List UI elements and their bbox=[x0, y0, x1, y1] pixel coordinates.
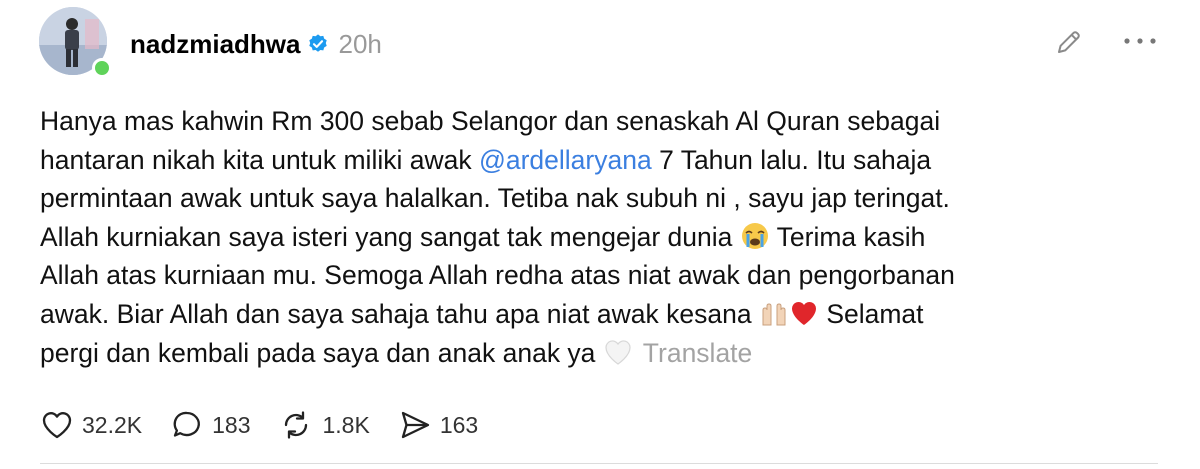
divider bbox=[40, 463, 1158, 464]
post-text-fragment: awak. Biar Allah dan saya sahaja tahu ap… bbox=[40, 298, 752, 329]
post-text-line: Allah atas kurniaan mu. Semoga Allah red… bbox=[40, 260, 955, 291]
red-heart-icon bbox=[789, 298, 819, 328]
repost-button[interactable]: 1.8K bbox=[278, 408, 370, 442]
send-icon bbox=[401, 411, 429, 439]
post-text-line: pergi dan kembali pada saya dan anak ana… bbox=[40, 334, 1180, 373]
thread-post: nadzmiadhwa 20h Hanya mas kahwin Rm 300 … bbox=[0, 0, 1200, 469]
username[interactable]: nadzmiadhwa bbox=[130, 29, 300, 60]
mention-link[interactable]: @ardellaryana bbox=[479, 145, 652, 175]
palms-up-together-icon bbox=[759, 298, 789, 328]
share-button[interactable]: 163 bbox=[398, 408, 478, 442]
post-text-fragment: Terima kasih bbox=[776, 221, 926, 252]
translate-link[interactable]: Translate bbox=[643, 338, 752, 368]
loudly-crying-face-icon bbox=[740, 221, 770, 251]
post-body: Hanya mas kahwin Rm 300 sebab Selangor d… bbox=[40, 102, 1180, 372]
post-text-fragment: Allah kurniakan saya isteri yang sangat … bbox=[40, 221, 733, 252]
edit-pencil-icon[interactable] bbox=[1054, 27, 1084, 57]
post-actions: 32.2K 183 1.8K 163 bbox=[40, 405, 506, 445]
heart-icon bbox=[42, 412, 72, 439]
post-text-fragment: 7 Tahun lalu. Itu sahaja bbox=[651, 144, 932, 175]
speech-bubble-icon bbox=[173, 411, 201, 437]
repost-count: 1.8K bbox=[322, 411, 370, 438]
like-button[interactable]: 32.2K bbox=[40, 408, 142, 442]
post-timestamp: 20h bbox=[338, 28, 382, 59]
post-text-line: permintaan awak untuk saya halalkan. Tet… bbox=[40, 183, 950, 214]
post-text-line: awak. Biar Allah dan saya sahaja tahu ap… bbox=[40, 295, 1180, 334]
post-text-line: hantaran nikah kita untuk miliki awak @a… bbox=[40, 141, 1180, 180]
post-text-line: Allah kurniakan saya isteri yang sangat … bbox=[40, 218, 1180, 257]
reply-count: 183 bbox=[212, 411, 251, 438]
white-heart-icon bbox=[603, 337, 633, 367]
like-count: 32.2K bbox=[82, 411, 143, 438]
post-header: nadzmiadhwa 20h bbox=[130, 26, 382, 62]
post-text-fragment: pergi dan kembali pada saya dan anak ana… bbox=[40, 337, 596, 368]
post-text-fragment: hantaran nikah kita untuk miliki awak bbox=[40, 144, 479, 175]
share-count: 163 bbox=[439, 411, 479, 438]
post-text-fragment: Selamat bbox=[826, 298, 924, 329]
repost-icon bbox=[285, 411, 308, 439]
reply-button[interactable]: 183 bbox=[170, 408, 250, 442]
post-text-line: Hanya mas kahwin Rm 300 sebab Selangor d… bbox=[40, 106, 941, 136]
online-status-dot bbox=[92, 58, 112, 78]
more-options-icon[interactable] bbox=[1121, 34, 1161, 48]
verified-badge-icon bbox=[307, 33, 329, 55]
